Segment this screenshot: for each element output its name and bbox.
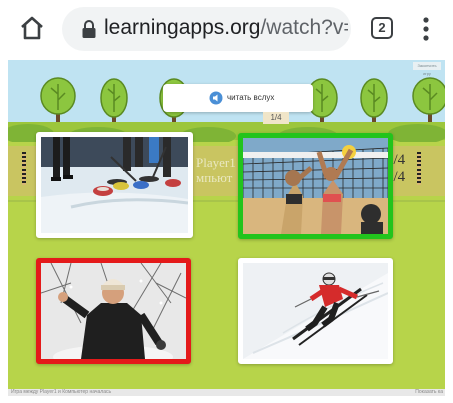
left-score-panel [8, 152, 38, 186]
browser-toolbar: learningapps.org/watch?v=p 2 [0, 0, 453, 60]
right-score-panel: 0/4 0/4 [386, 152, 445, 186]
end-game-link[interactable]: Закончить игру [413, 62, 441, 76]
lock-icon [82, 20, 96, 38]
left-score-bar-top [22, 152, 26, 168]
left-score-bar-bottom [22, 169, 26, 185]
round-counter: 1/4 [263, 112, 289, 124]
speaker-icon [209, 91, 223, 105]
right-score-bar-top [417, 152, 421, 168]
ski-image [243, 263, 388, 359]
curling-image [41, 137, 188, 233]
url-text[interactable]: learningapps.org/watch?v=p [104, 13, 348, 43]
status-text: Игра между Player1 и Компьютер началась [11, 389, 112, 395]
card-ski[interactable] [238, 258, 393, 364]
more-vert-icon[interactable] [420, 15, 432, 43]
status-bar: Игра между Player1 и Компьютер началась … [8, 389, 445, 396]
volleyball-image [243, 138, 388, 234]
url-domain: learningapps.org [104, 16, 261, 39]
read-aloud-button[interactable]: читать вслух [163, 84, 313, 112]
card-snowball[interactable] [36, 258, 191, 364]
read-aloud-label: читать вслух [227, 93, 275, 102]
url-path: /watch?v=p [260, 16, 348, 39]
snowball-image [41, 263, 186, 359]
tab-switcher-button[interactable]: 2 [371, 17, 393, 39]
card-curling[interactable] [36, 132, 193, 238]
right-score-bar-bottom [417, 169, 421, 185]
home-icon[interactable] [18, 14, 46, 42]
card-volleyball[interactable] [238, 133, 393, 239]
game-area: Закончить игру читать вслух 1/4 Player1 … [8, 60, 445, 396]
show-all-link[interactable]: Показать ка [415, 389, 443, 396]
